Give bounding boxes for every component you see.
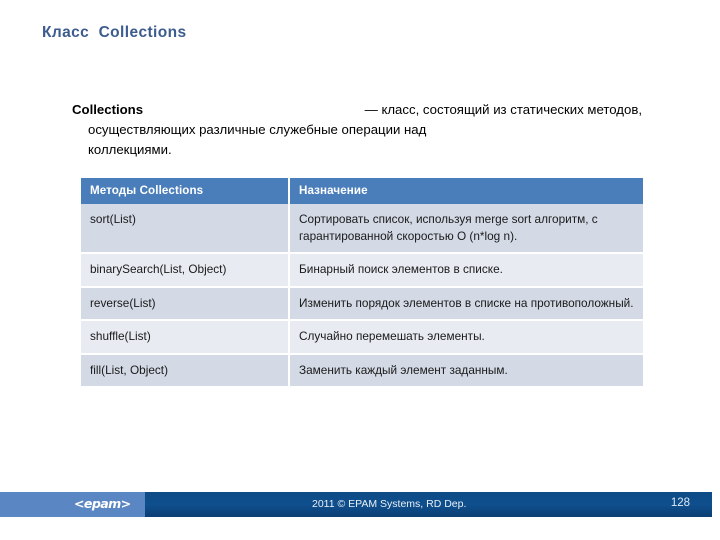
footer-info-bar: 2011 © EPAM Systems, RD Dep. 128: [145, 492, 712, 517]
collections-methods-table: Методы Collections Назначение sort(List)…: [81, 178, 643, 386]
cell-description: Случайно перемешать элементы.: [289, 320, 643, 355]
cell-description: Заменить каждый элемент заданным.: [289, 353, 643, 386]
cell-method: sort(List): [81, 204, 290, 254]
body-line-3: коллекциями.: [88, 142, 172, 157]
table-body: sort(List) Сортировать список, используя…: [81, 204, 643, 386]
cell-description: Сортировать список, используя merge sort…: [289, 204, 643, 254]
epam-logo: <epam>: [74, 497, 131, 511]
body-line-1-rest: — класс, состоящий из статических методо…: [364, 102, 642, 117]
column-header-purpose: Назначение: [289, 178, 643, 204]
table-head: Методы Collections Назначение: [81, 178, 643, 204]
slide: Класс Collections Collections — класс, с…: [0, 0, 720, 540]
page-number: 128: [670, 497, 690, 509]
body-line-2: осуществляющих различные служебные опера…: [88, 122, 427, 137]
cell-method: fill(List, Object): [81, 353, 290, 386]
table-row: reverse(List) Изменить порядок элементов…: [81, 286, 643, 321]
table-row: sort(List) Сортировать список, используя…: [81, 204, 643, 254]
cell-description: Изменить порядок элементов в списке на п…: [289, 286, 643, 321]
footer-copyright: 2011 © EPAM Systems, RD Dep.: [312, 498, 467, 510]
body-text-block: Collections — класс, состоящий из статич…: [72, 100, 642, 160]
table-header-row: Методы Collections Назначение: [81, 178, 643, 204]
column-header-methods: Методы Collections: [81, 178, 290, 204]
cell-method: binarySearch(List, Object): [81, 253, 290, 288]
cell-description: Бинарный поиск элементов в списке.: [289, 253, 643, 288]
footer-logo-panel: <epam>: [0, 492, 145, 517]
page-title: Класс Collections: [42, 24, 187, 41]
table-row: shuffle(List) Случайно перемешать элемен…: [81, 320, 643, 355]
cell-method: reverse(List): [81, 286, 290, 321]
body-lead-term: Collections: [72, 102, 144, 117]
table-row: binarySearch(List, Object) Бинарный поис…: [81, 253, 643, 288]
table-row: fill(List, Object) Заменить каждый элеме…: [81, 353, 643, 386]
cell-method: shuffle(List): [81, 320, 290, 355]
body-line-1: Collections — класс, состоящий из статич…: [72, 100, 642, 120]
body-paragraph: Collections — класс, состоящий из статич…: [72, 100, 642, 160]
slide-footer: <epam> 2011 © EPAM Systems, RD Dep. 128: [0, 492, 720, 517]
